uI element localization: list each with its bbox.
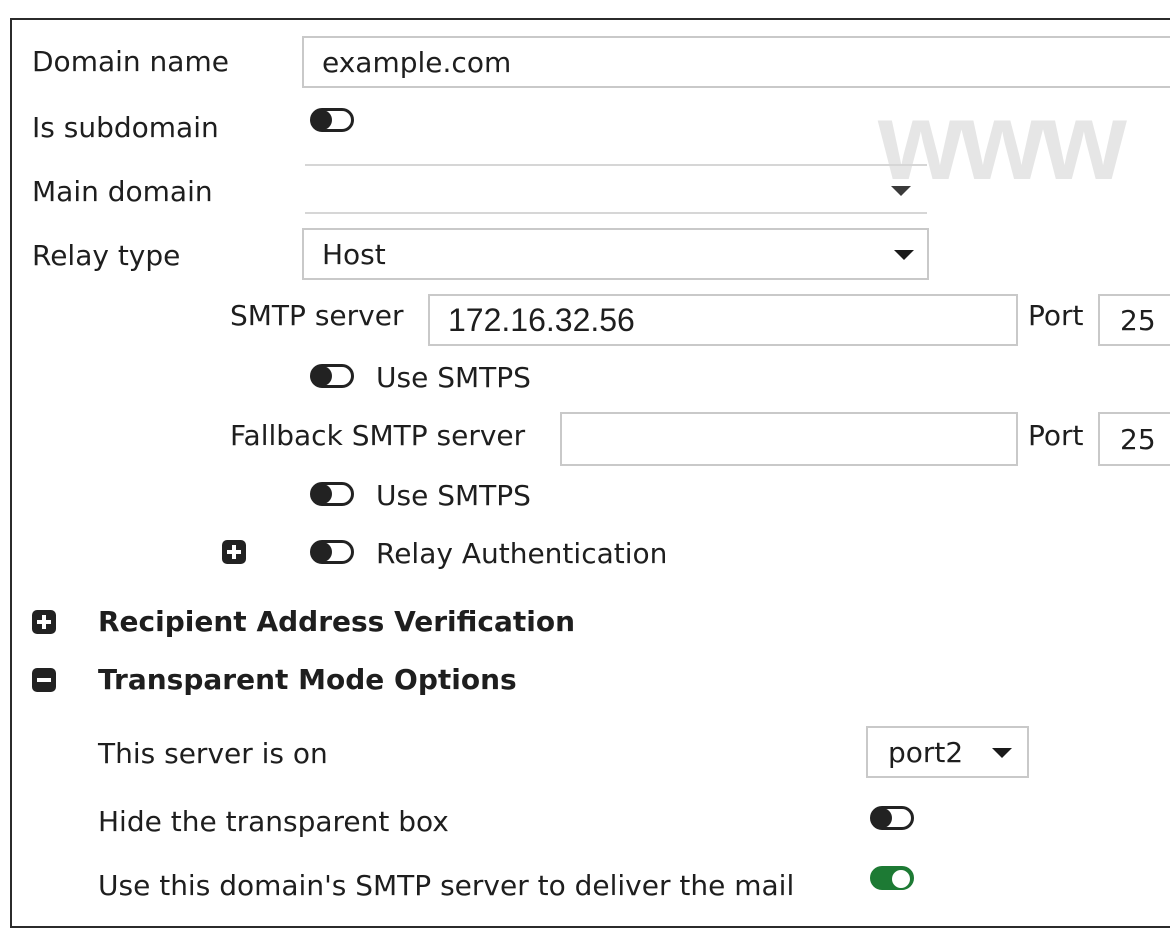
smtp-port-value: 25 — [1120, 303, 1156, 337]
smtp-use-smtps-label: Use SMTPS — [376, 361, 531, 394]
expand-plus-icon[interactable] — [222, 540, 246, 564]
server-on-value: port2 — [888, 735, 964, 769]
server-on-select[interactable]: port2 — [866, 726, 1029, 778]
main-domain-select[interactable] — [305, 166, 927, 214]
use-smtp-deliver-toggle[interactable] — [870, 866, 914, 890]
collapse-minus-icon[interactable] — [32, 668, 56, 692]
relay-auth-label: Relay Authentication — [376, 537, 668, 570]
smtp-server-value: 172.16.32.56 — [448, 301, 635, 338]
fallback-port-label: Port — [1028, 419, 1084, 452]
fallback-smtp-input[interactable] — [560, 412, 1018, 466]
hide-transparent-label: Hide the transparent box — [98, 805, 449, 838]
fallback-port-input[interactable]: 25 — [1098, 412, 1170, 466]
chevron-down-icon — [891, 186, 911, 196]
is-subdomain-label: Is subdomain — [32, 111, 219, 144]
relay-auth-toggle[interactable] — [310, 540, 354, 564]
domain-name-input[interactable]: example.com — [302, 36, 1170, 88]
smtp-port-label: Port — [1028, 299, 1084, 332]
main-domain-bottom-line — [305, 212, 927, 214]
recipient-verification-section[interactable]: Recipient Address Verification — [98, 604, 575, 640]
fallback-use-smtps-toggle[interactable] — [310, 482, 354, 506]
chevron-down-icon — [992, 748, 1012, 758]
fallback-smtp-label: Fallback SMTP server — [230, 419, 526, 452]
relay-type-label: Relay type — [32, 239, 181, 272]
smtp-use-smtps-toggle[interactable] — [310, 364, 354, 388]
relay-type-select[interactable]: Host — [302, 228, 929, 280]
expand-plus-icon[interactable] — [32, 610, 56, 634]
fallback-use-smtps-label: Use SMTPS — [376, 479, 531, 512]
chevron-down-icon — [894, 250, 914, 260]
transparent-mode-section[interactable]: Transparent Mode Options — [98, 662, 517, 698]
hide-transparent-toggle[interactable] — [870, 806, 914, 830]
fallback-port-value: 25 — [1120, 422, 1156, 456]
server-on-label: This server is on — [98, 737, 328, 770]
main-domain-label: Main domain — [32, 175, 213, 208]
use-smtp-deliver-label: Use this domain's SMTP server to deliver… — [98, 869, 795, 902]
relay-type-value: Host — [322, 237, 386, 271]
smtp-server-label: SMTP server — [230, 299, 404, 332]
domain-name-label: Domain name — [32, 45, 229, 78]
domain-name-value: example.com — [322, 45, 512, 79]
is-subdomain-toggle[interactable] — [310, 108, 354, 132]
smtp-port-input[interactable]: 25 — [1098, 294, 1170, 346]
smtp-server-input[interactable]: 172.16.32.56 — [428, 294, 1018, 346]
